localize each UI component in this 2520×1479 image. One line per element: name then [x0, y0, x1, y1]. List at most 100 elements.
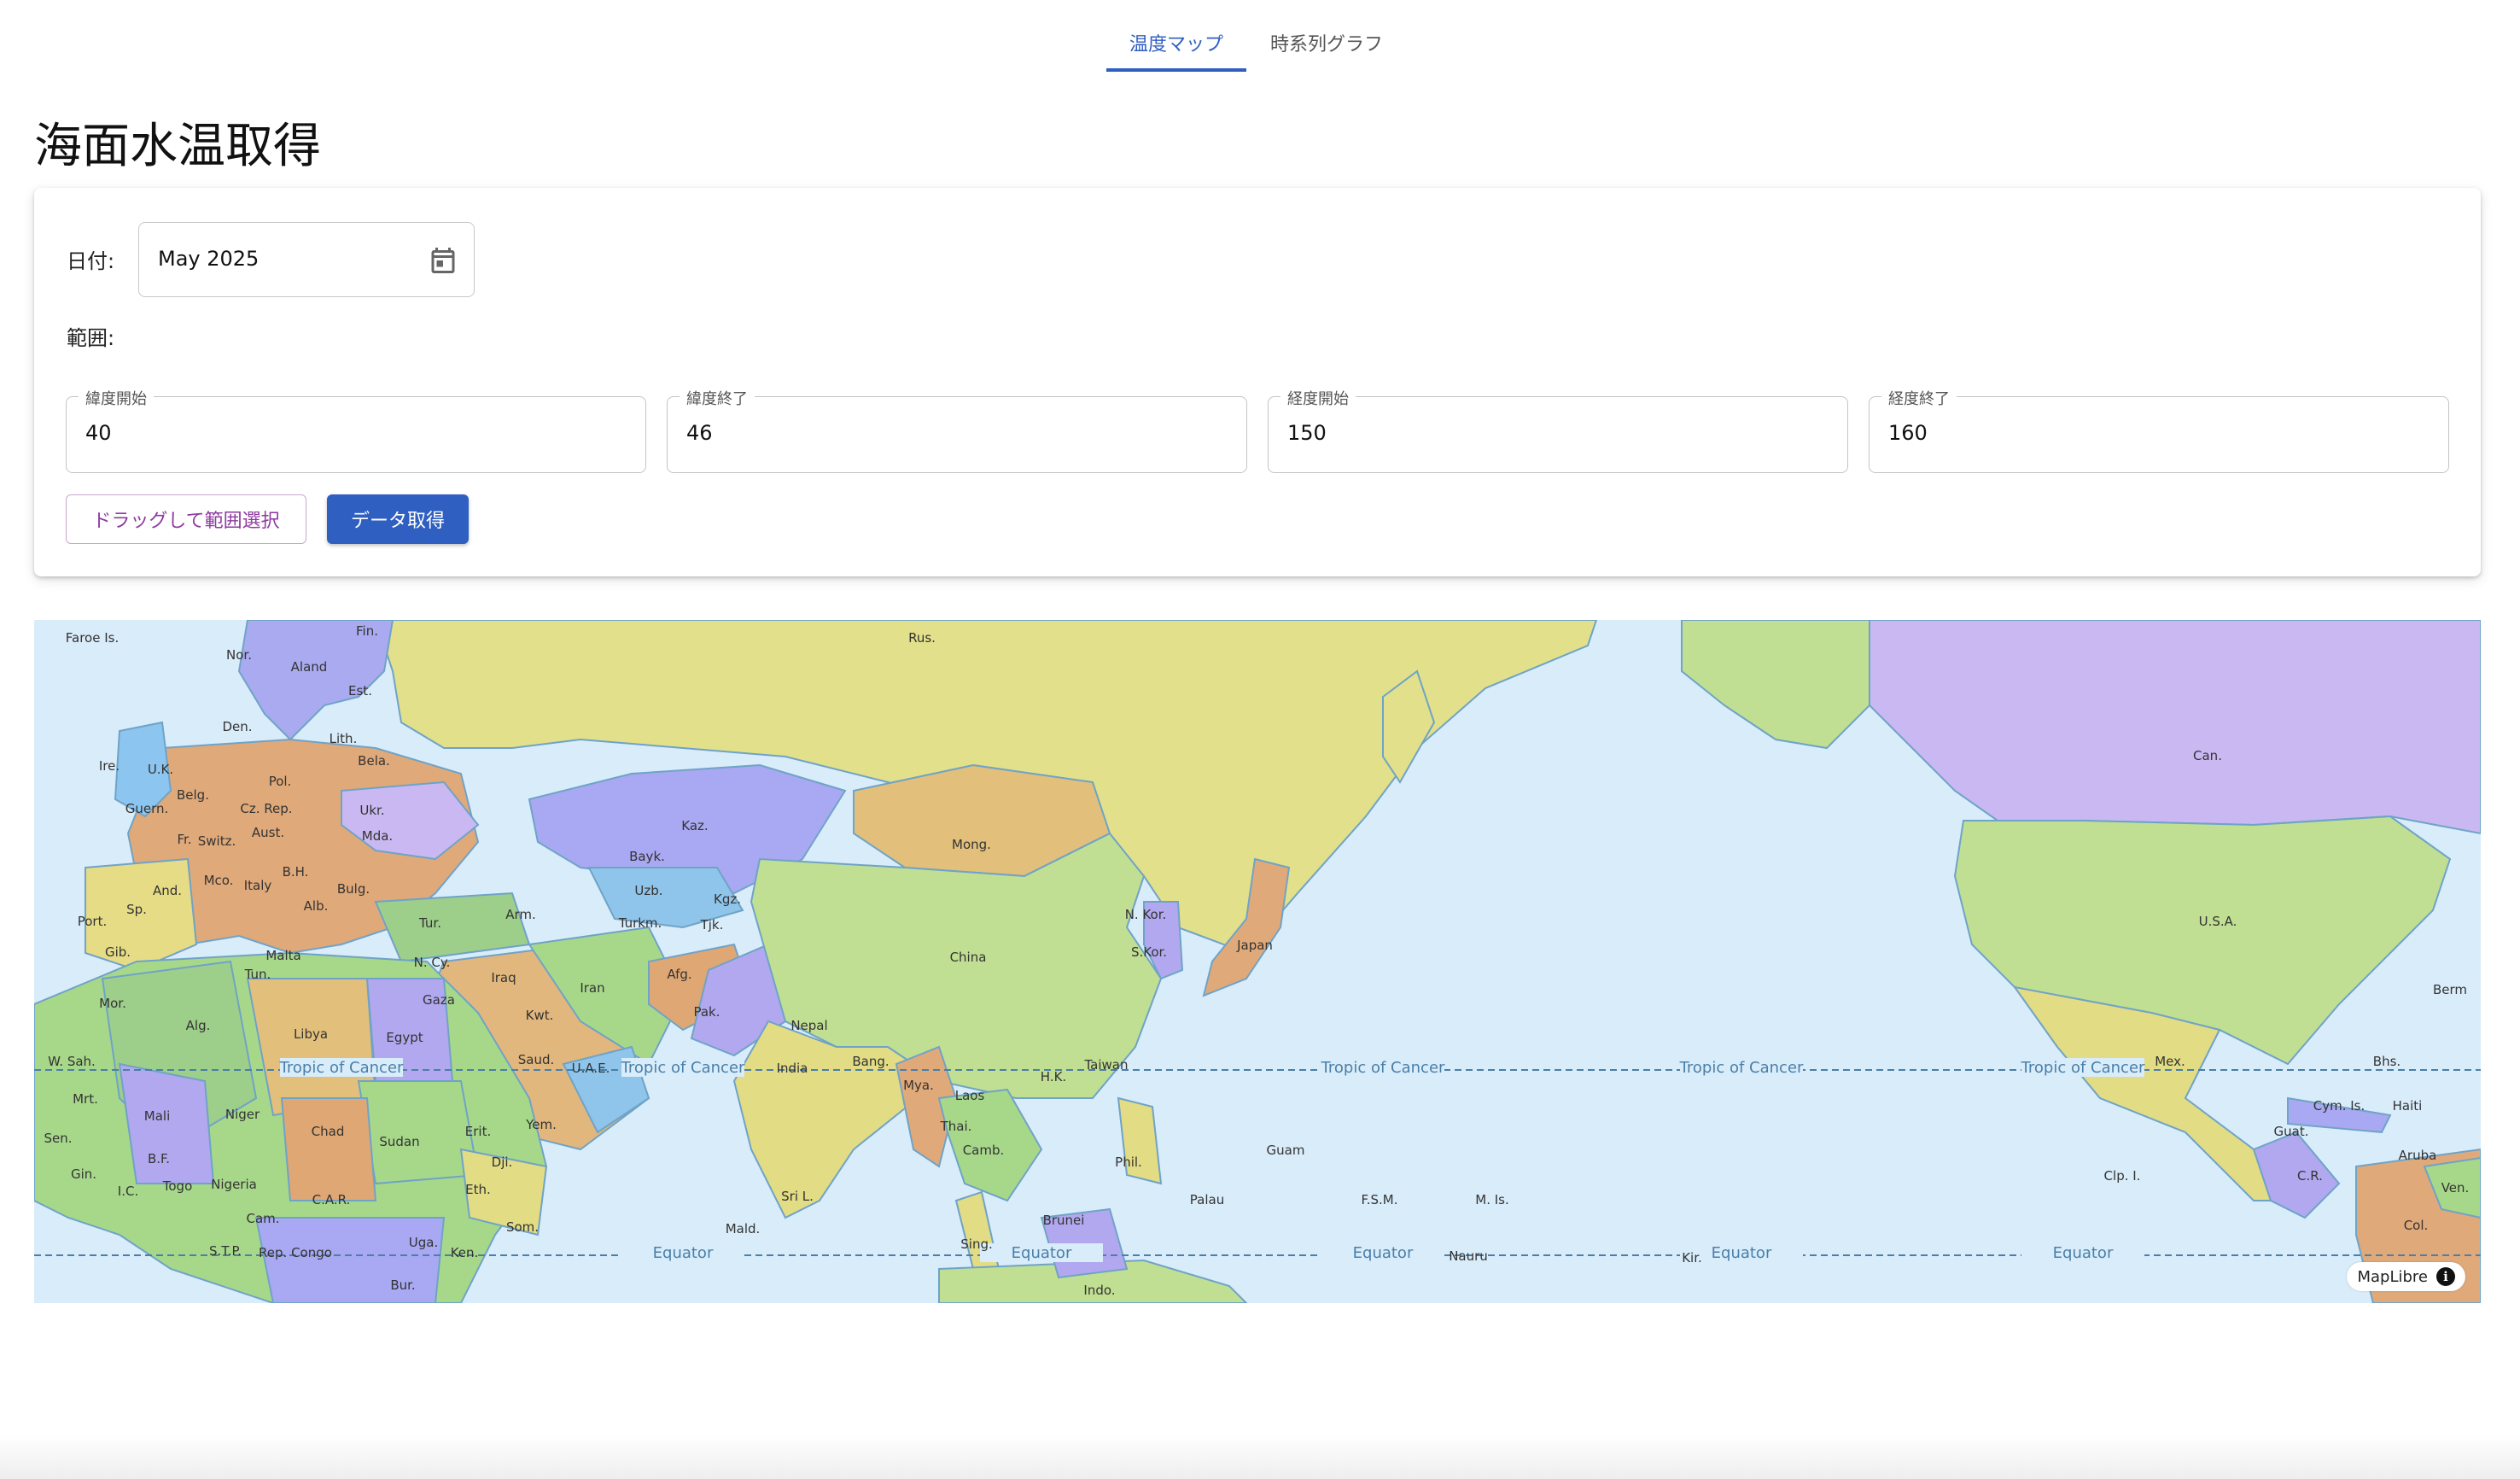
map-label: Faroe Is. [66, 630, 119, 646]
land-turkey [374, 891, 531, 963]
tab-temperature-map[interactable]: 温度マップ [1106, 14, 1246, 72]
map-label: Nor. [226, 647, 252, 663]
land-chad [280, 1097, 377, 1201]
map-label: Haiti [2393, 1098, 2423, 1114]
map-label: Kaz. [681, 818, 708, 833]
map-label: Phil. [1115, 1155, 1142, 1170]
map-label: I.C. [118, 1184, 138, 1199]
land-alaska [1681, 620, 1870, 750]
lat-start-value: 40 [85, 421, 112, 445]
map-label: Italy [244, 878, 272, 893]
map-label: Mrt. [73, 1091, 98, 1107]
map-label: Nigeria [211, 1177, 257, 1192]
map-label: U.K. [148, 762, 173, 777]
lat-start-label: 緯度開始 [79, 387, 154, 409]
tropic-of-cancer-label: Tropic of Cancer [279, 1059, 404, 1077]
map-label: China [950, 950, 987, 965]
map-label: Fr. [177, 832, 191, 847]
map-label: Bela. [358, 753, 390, 769]
info-icon[interactable]: i [2436, 1267, 2455, 1286]
map-label: Mda. [362, 828, 393, 844]
map-label: Clp. I. [2104, 1168, 2141, 1184]
map-label: Uzb. [634, 883, 662, 898]
map-label: Chad [312, 1124, 345, 1139]
map-label: Sudan [379, 1134, 419, 1149]
lon-start-field[interactable]: 経度開始 150 [1268, 387, 1848, 473]
date-label: 日付: [67, 249, 115, 273]
world-map[interactable]: Tropic of Cancer Tropic of Cancer Tropic o… [34, 620, 2481, 1303]
map-label: C.R. [2297, 1168, 2323, 1184]
map-label: Fin. [356, 623, 378, 639]
attribution-text: MapLibre [2357, 1267, 2428, 1286]
map-label: Gin. [71, 1166, 96, 1182]
map-label: Est. [348, 683, 372, 699]
map-label: Guern. [125, 801, 169, 816]
drag-select-range-button[interactable]: ドラッグして範囲選択 [66, 494, 306, 544]
map-label: Brunei [1043, 1213, 1085, 1228]
query-form-card: 日付: May 2025 範囲: 緯度開始 40 緯度終了 46 経度開始 15… [34, 188, 2481, 576]
map-label: Som. [506, 1219, 539, 1235]
map-label: Kgz. [714, 891, 741, 907]
map-label: Afg. [667, 967, 691, 982]
map-label: Tjk. [700, 917, 724, 932]
map-label: Ire. [99, 758, 120, 774]
map-label: Col. [2404, 1218, 2429, 1233]
calendar-icon[interactable] [428, 243, 458, 278]
map-label: Belg. [177, 787, 209, 803]
map-label: Nauru [1449, 1248, 1488, 1264]
map-label: Japan [1236, 938, 1273, 953]
map-label: Guat. [2274, 1124, 2309, 1139]
equator-label: Equator [2053, 1244, 2114, 1262]
map-label: Erit. [465, 1124, 491, 1139]
equator-label: Equator [1012, 1244, 1072, 1262]
equator-label: Equator [1712, 1244, 1772, 1262]
date-picker-field[interactable]: May 2025 [138, 222, 475, 297]
equator-label: Equator [653, 1244, 714, 1262]
range-label: 範囲: [67, 326, 115, 350]
map-label: Yem. [525, 1117, 557, 1132]
map-label: Laos [955, 1088, 985, 1103]
land-central-africa [254, 1217, 446, 1303]
map-label: N. Kor. [1125, 907, 1167, 922]
active-tab-indicator [1106, 68, 1246, 72]
map-label: Ukr. [359, 803, 384, 818]
map-label: Cz. Rep. [240, 801, 292, 816]
map-label: Uga. [409, 1235, 438, 1250]
lat-end-field[interactable]: 緯度終了 46 [667, 387, 1247, 473]
lon-start-label: 経度開始 [1280, 387, 1356, 409]
map-label: U.S.A. [2199, 914, 2237, 929]
map-label: Bayk. [629, 849, 665, 864]
map-label: Malta [265, 948, 300, 963]
map-label: Mor. [99, 996, 126, 1011]
lat-start-field[interactable]: 緯度開始 40 [66, 387, 646, 473]
map-label: Palau [1190, 1192, 1224, 1207]
page-bottom-edge [0, 1435, 2520, 1479]
date-value: May 2025 [158, 247, 260, 271]
map-label: Alb. [304, 898, 329, 914]
map-label: Bang. [852, 1054, 889, 1069]
map-attribution[interactable]: MapLibre i [2347, 1262, 2465, 1291]
map-label: Mya. [903, 1078, 934, 1093]
map-label: C.A.R. [312, 1192, 351, 1207]
tab-time-series-graph[interactable]: 時系列グラフ [1258, 14, 1395, 72]
land-canada [1869, 620, 2481, 835]
map-label: Den. [222, 719, 252, 734]
map-label: U.A.E. [572, 1061, 610, 1076]
lat-end-value: 46 [686, 421, 713, 445]
map-label: Egypt [386, 1030, 423, 1045]
map-label: Mco. [204, 873, 234, 888]
map-label: Mald. [726, 1221, 761, 1236]
map-label: Rus. [908, 630, 936, 646]
map-label: Camb. [963, 1143, 1005, 1158]
map-label: Aland [291, 659, 328, 675]
map-label: Libya [294, 1026, 328, 1042]
map-label: M. Is. [1475, 1192, 1509, 1207]
map-label: And. [153, 883, 182, 898]
tropic-of-cancer-label: Tropic of Cancer [621, 1059, 745, 1077]
map-label: Bur. [390, 1277, 415, 1293]
fetch-data-button[interactable]: データ取得 [327, 494, 469, 544]
lon-end-field[interactable]: 経度終了 160 [1869, 387, 2449, 473]
map-label: Bhs. [2373, 1054, 2400, 1069]
map-label: Tur. [418, 915, 441, 931]
map-label: Can. [2193, 748, 2222, 763]
